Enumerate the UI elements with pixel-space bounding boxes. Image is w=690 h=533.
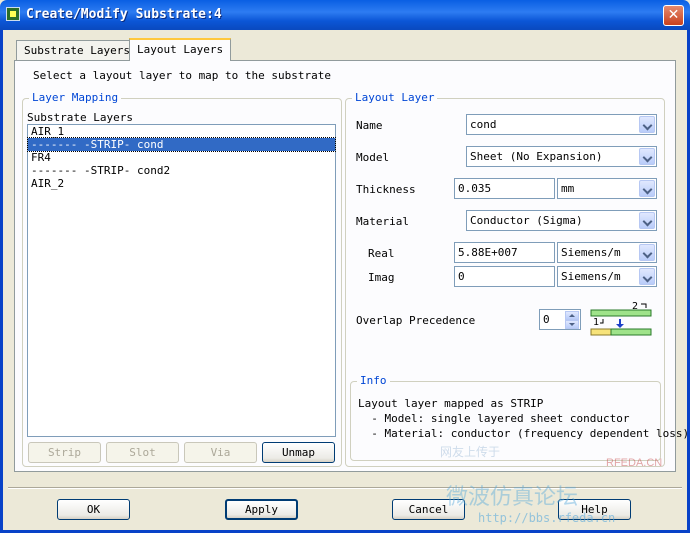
- thickness-unit-value: mm: [561, 182, 575, 195]
- watermark-uploaded: 网友上传于: [440, 445, 501, 459]
- title-bar[interactable]: Create/Modify Substrate:4 ✕: [0, 0, 690, 30]
- name-label: Name: [356, 119, 383, 132]
- overlap-value: 0: [543, 313, 550, 326]
- slot-button[interactable]: Slot: [106, 442, 179, 463]
- chevron-down-icon[interactable]: [639, 116, 655, 133]
- list-item-strip-cond[interactable]: ------- -STRIP- cond: [27, 137, 336, 152]
- spin-up-icon[interactable]: [565, 311, 579, 320]
- thickness-unit-combo[interactable]: mm: [557, 178, 657, 199]
- diagram-label-1: 1: [593, 317, 599, 328]
- imag-label: Imag: [368, 271, 395, 284]
- watermark-site: RFEDA.CN: [606, 457, 663, 469]
- instruction-text: Select a layout layer to map to the subs…: [33, 69, 332, 82]
- list-item-strip-cond2[interactable]: ------- -STRIP- cond2: [28, 164, 335, 177]
- via-button[interactable]: Via: [184, 442, 257, 463]
- app-icon: [6, 7, 20, 21]
- imag-unit-combo[interactable]: Siemens/m: [557, 266, 657, 287]
- tab-layout-layers[interactable]: Layout Layers: [129, 38, 232, 61]
- model-combo[interactable]: Sheet (No Expansion): [466, 146, 657, 167]
- overlap-precedence-icon: 2 1: [590, 301, 652, 336]
- window-frame-left: [0, 30, 3, 533]
- layer-mapping-title: Layer Mapping: [29, 91, 122, 104]
- list-item-air1[interactable]: AIR_1: [28, 125, 335, 138]
- real-unit-combo[interactable]: Siemens/m: [557, 242, 657, 263]
- info-line-1: Layout layer mapped as STRIP: [358, 397, 544, 410]
- ok-button[interactable]: OK: [57, 499, 130, 520]
- chevron-down-icon[interactable]: [639, 180, 655, 197]
- thickness-label: Thickness: [356, 183, 416, 196]
- substrate-layers-list[interactable]: AIR_1 ------- -STRIP- cond FR4 ------- -…: [27, 124, 336, 437]
- tab-substrate-layers[interactable]: Substrate Layers: [16, 40, 138, 60]
- real-label: Real: [368, 247, 395, 260]
- overlap-spinner[interactable]: 0: [539, 309, 581, 330]
- thickness-input[interactable]: 0.035: [454, 178, 555, 199]
- info-line-2: - Model: single layered sheet conductor: [358, 412, 630, 425]
- list-item-fr4[interactable]: FR4: [28, 151, 335, 164]
- overlap-label: Overlap Precedence: [356, 314, 476, 327]
- info-title: Info: [357, 374, 390, 387]
- real-unit-value: Siemens/m: [561, 246, 621, 259]
- strip-button[interactable]: Strip: [28, 442, 101, 463]
- window-title: Create/Modify Substrate:4: [26, 7, 222, 22]
- list-item-air2[interactable]: AIR_2: [28, 177, 335, 190]
- close-button[interactable]: ✕: [663, 5, 684, 26]
- diagram-label-2: 2: [632, 301, 638, 312]
- apply-button[interactable]: Apply: [225, 499, 298, 520]
- material-value: Conductor (Sigma): [470, 214, 583, 227]
- material-label: Material: [356, 215, 409, 228]
- watermark-forum: 微波仿真论坛: [446, 485, 579, 510]
- watermark-url: http://bbs.rfeda.cn: [478, 511, 616, 525]
- imag-input[interactable]: 0: [454, 266, 555, 287]
- chevron-down-icon[interactable]: [639, 244, 655, 261]
- imag-unit-value: Siemens/m: [561, 270, 621, 283]
- name-combo[interactable]: cond: [466, 114, 657, 135]
- material-combo[interactable]: Conductor (Sigma): [466, 210, 657, 231]
- chevron-down-icon[interactable]: [639, 268, 655, 285]
- unmap-button[interactable]: Unmap: [262, 442, 335, 463]
- chevron-down-icon[interactable]: [639, 148, 655, 165]
- name-value: cond: [470, 118, 497, 131]
- footer-separator: [8, 487, 682, 489]
- chevron-down-icon[interactable]: [639, 212, 655, 229]
- info-line-3: - Material: conductor (frequency depende…: [358, 427, 690, 440]
- model-label: Model: [356, 151, 390, 164]
- real-input[interactable]: 5.88E+007: [454, 242, 555, 263]
- model-value: Sheet (No Expansion): [470, 150, 603, 163]
- substrate-layers-label: Substrate Layers: [27, 111, 133, 124]
- layout-layer-title: Layout Layer: [352, 91, 438, 104]
- spin-down-icon[interactable]: [565, 320, 579, 329]
